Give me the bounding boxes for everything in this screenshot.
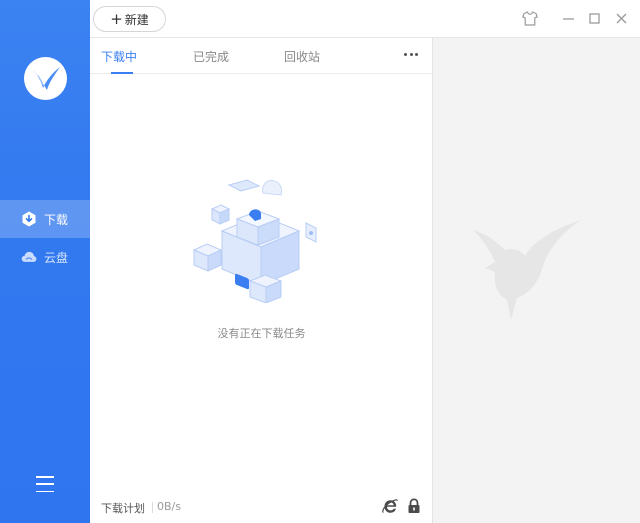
title-bar: + 新建 <box>90 0 640 38</box>
sidebar-item-download[interactable]: 下载 <box>0 200 90 238</box>
menu-icon[interactable] <box>36 476 54 492</box>
task-list-panel: 下载中 已完成 回收站 没有正在下载任务 下载计划 0B/s <box>90 38 433 523</box>
new-task-label: 新建 <box>124 12 149 27</box>
empty-state-message: 没有正在下载任务 <box>217 327 306 340</box>
ie-browser-icon[interactable] <box>382 498 398 514</box>
tab-completed[interactable]: 已完成 <box>193 48 229 65</box>
download-speed: 0B/s <box>157 500 181 513</box>
download-icon <box>21 211 37 227</box>
active-tab-indicator <box>111 72 133 74</box>
cloud-icon <box>21 249 37 265</box>
tab-downloading[interactable]: 下载中 <box>101 48 137 65</box>
sidebar-item-label: 下载 <box>44 212 69 227</box>
hummingbird-logo-icon <box>24 57 67 100</box>
status-bar: 下载计划 0B/s <box>90 494 433 522</box>
close-icon[interactable] <box>613 10 629 26</box>
minimize-icon[interactable] <box>560 10 576 26</box>
sidebar: 下载 云盘 <box>0 0 90 523</box>
sidebar-item-label: 云盘 <box>44 250 69 265</box>
tab-trash[interactable]: 回收站 <box>284 48 320 65</box>
maximize-icon[interactable] <box>586 10 602 26</box>
empty-boxes-illustration <box>185 173 335 304</box>
divider <box>152 502 153 513</box>
skin-icon[interactable] <box>522 10 538 26</box>
task-tabs: 下载中 已完成 回收站 <box>90 38 433 74</box>
plus-icon: + <box>110 9 123 28</box>
more-options-icon[interactable] <box>404 53 418 57</box>
lock-icon[interactable] <box>407 498 421 514</box>
sidebar-item-cloud[interactable]: 云盘 <box>0 238 90 276</box>
download-plan-button[interactable]: 下载计划 <box>101 500 145 516</box>
new-task-button[interactable]: + 新建 <box>93 6 166 32</box>
hummingbird-watermark-icon <box>473 220 588 325</box>
detail-pane <box>433 38 640 523</box>
